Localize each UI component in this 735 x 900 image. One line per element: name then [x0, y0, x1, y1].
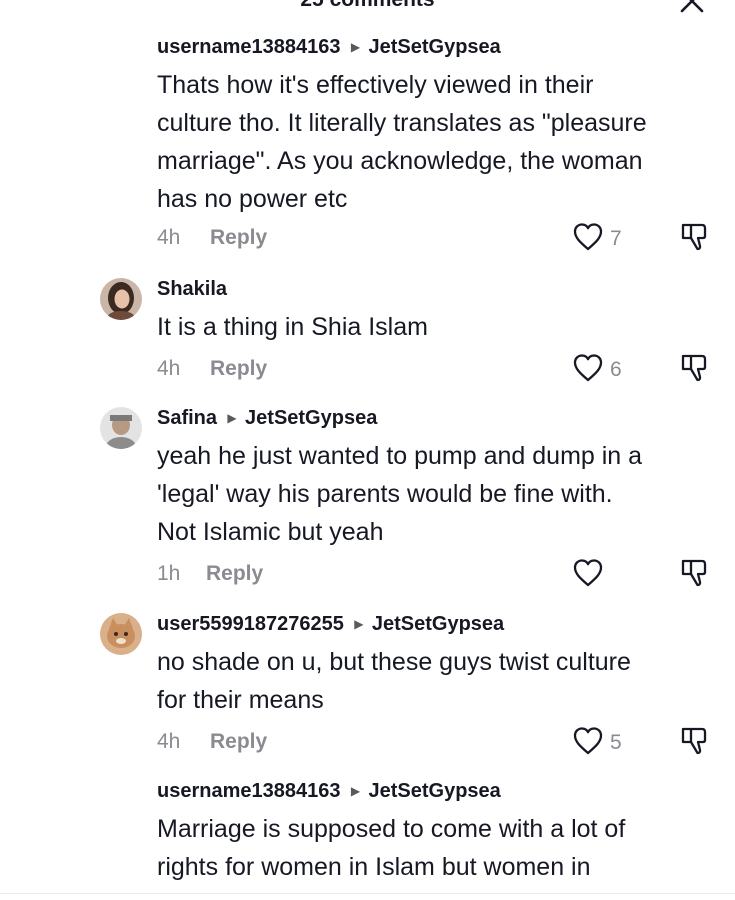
comment-time: 4h [157, 226, 181, 249]
dislike-button[interactable] [677, 556, 711, 590]
comment-author[interactable]: username13884163 [157, 780, 340, 802]
avatar-image [100, 278, 142, 320]
avatar[interactable] [100, 407, 142, 449]
comment-time: 4h [157, 357, 181, 380]
comment-text-line: Not Islamic but yeah [157, 518, 384, 546]
avatar-image [100, 613, 142, 655]
comment-text-line: no shade on u, but these guys twist cult… [157, 648, 631, 676]
thumbs-down-icon [681, 223, 707, 251]
comment-text-line: yeah he just wanted to pump and dump in … [157, 442, 643, 470]
comment-author[interactable]: Safina [157, 407, 217, 429]
comment-meta: Safina ▶ JetSetGypsea [157, 407, 377, 430]
avatar[interactable] [100, 278, 142, 320]
divider [0, 893, 735, 894]
comment-text-line: for their means [157, 686, 324, 714]
reply-button[interactable]: Reply [210, 357, 267, 381]
heart-outline-icon [573, 354, 603, 382]
comment-text-line: rights for women in Islam but women in [157, 853, 591, 881]
thumbs-down-icon [681, 354, 707, 382]
comment-item: Safina ▶ JetSetGypsea yeah he just wanted … [0, 407, 735, 597]
like-count: 7 [610, 227, 622, 250]
comment-item: username13884163 ▶ JetSetGypsea Marriage i… [0, 780, 735, 900]
comment-item: user5599187276255 ▶ JetSetGypsea no shade … [0, 613, 735, 763]
like-count: 6 [610, 358, 622, 381]
like-count: 5 [610, 731, 622, 754]
comment-meta: Shakila [157, 278, 227, 301]
triangle-right-icon: ▶ [354, 617, 364, 631]
comment-meta: username13884163 ▶ JetSetGypsea [157, 36, 501, 59]
comment-meta: username13884163 ▶ JetSetGypsea [157, 780, 501, 803]
comments-count-title: 25 comments [0, 0, 735, 12]
dislike-button[interactable] [677, 724, 711, 758]
reply-button[interactable]: Reply [206, 562, 263, 586]
comment-footer: 4h Reply 5 [157, 726, 717, 760]
triangle-right-icon: ▶ [350, 784, 361, 798]
reply-to-author[interactable]: JetSetGypsea [368, 780, 500, 802]
heart-outline-icon [573, 727, 603, 755]
comment-time: 1h [157, 562, 181, 585]
comment-footer: 4h Reply 7 [157, 222, 717, 256]
comments-header: 25 comments [0, 0, 735, 13]
close-button[interactable] [677, 0, 707, 16]
comment-text-line: It is a thing in Shia Islam [157, 313, 428, 341]
reply-to-author[interactable]: JetSetGypsea [245, 407, 377, 429]
comment-footer: 4h Reply 6 [157, 353, 717, 387]
heart-outline-icon [573, 559, 603, 587]
like-button[interactable] [571, 724, 605, 758]
comment-text-line: Marriage is supposed to come with a lot … [157, 815, 626, 843]
heart-outline-icon [573, 223, 603, 251]
like-button[interactable] [571, 351, 605, 385]
reply-button[interactable]: Reply [210, 730, 267, 754]
comment-text: Thats how it's effectively viewed in the… [157, 66, 717, 218]
comment-time: 4h [157, 730, 181, 753]
thumbs-down-icon [681, 559, 707, 587]
comment-text: Marriage is supposed to come with a lot … [157, 810, 717, 886]
close-icon [680, 0, 704, 13]
comment-text-line: Thats how it's effectively viewed in the… [157, 71, 594, 99]
like-button[interactable] [571, 556, 605, 590]
comment-author[interactable]: Shakila [157, 278, 227, 300]
comment-item: username13884163 ▶ JetSetGypsea Thats how … [0, 36, 735, 266]
reply-to-author[interactable]: JetSetGypsea [368, 36, 500, 58]
reply-to-author[interactable]: JetSetGypsea [372, 613, 504, 635]
reply-button[interactable]: Reply [210, 226, 267, 250]
triangle-right-icon: ▶ [227, 411, 237, 425]
comment-text-line: culture tho. It literally translates as … [157, 109, 647, 137]
like-button[interactable] [571, 220, 605, 254]
comment-text: no shade on u, but these guys twist cult… [157, 643, 717, 719]
triangle-right-icon: ▶ [350, 40, 361, 54]
comment-meta: user5599187276255 ▶ JetSetGypsea [157, 613, 504, 636]
comment-text: It is a thing in Shia Islam [157, 308, 717, 346]
avatar-image [100, 407, 142, 449]
dislike-button[interactable] [677, 351, 711, 385]
comment-author[interactable]: user5599187276255 [157, 613, 344, 635]
thumbs-down-icon [681, 727, 707, 755]
dislike-button[interactable] [677, 220, 711, 254]
comment-text-line: 'legal' way his parents would be fine wi… [157, 480, 613, 508]
comment-author[interactable]: username13884163 [157, 36, 340, 58]
comment-text: yeah he just wanted to pump and dump in … [157, 437, 717, 551]
avatar[interactable] [100, 613, 142, 655]
comment-text-line: has no power etc [157, 185, 348, 213]
comment-text-line: marriage". As you acknowledge, the woman [157, 147, 643, 175]
comment-footer: 1h Reply [157, 558, 717, 592]
comment-item: Shakila It is a thing in Shia Islam 4h R… [0, 278, 735, 388]
